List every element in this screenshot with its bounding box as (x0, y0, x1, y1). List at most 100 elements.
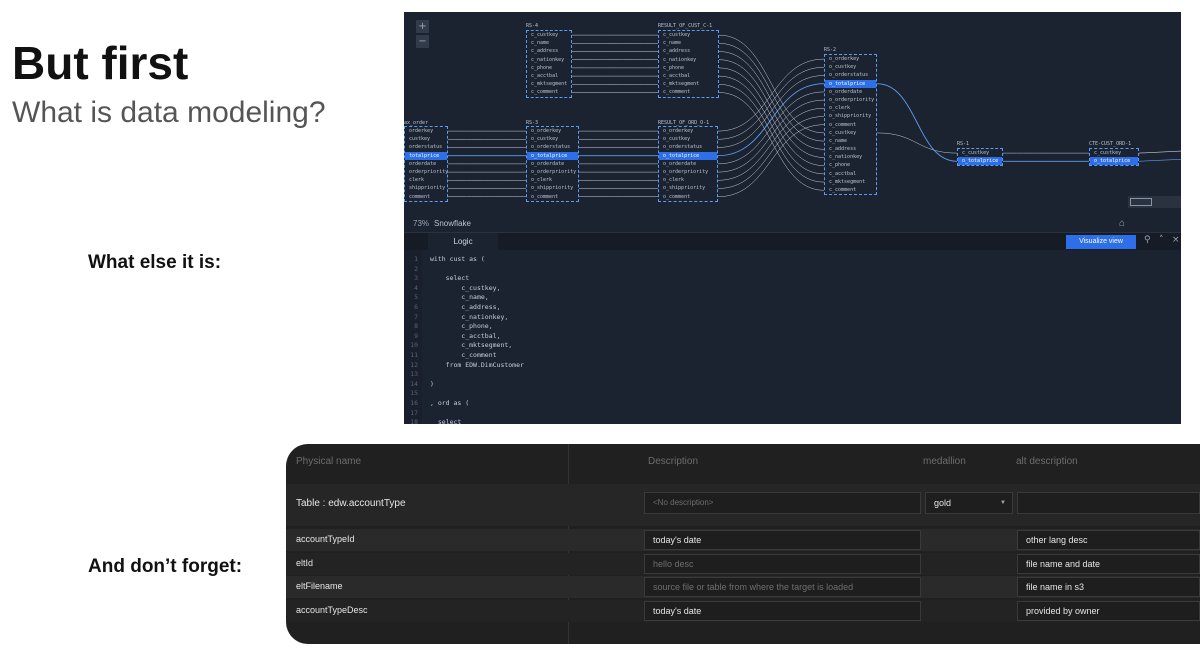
lineage-column[interactable]: o_orderdate (659, 160, 717, 168)
table-alt-input[interactable] (1017, 492, 1200, 514)
tab-logic[interactable]: Logic (428, 233, 498, 251)
lineage-column[interactable]: c_nationkey (825, 153, 876, 161)
line-number: 8 (414, 322, 418, 331)
lineage-column[interactable]: shippriority (405, 184, 447, 192)
lineage-node[interactable]: c_custkey c_name c_address c_nationkey c_pho… (526, 30, 572, 98)
lineage-column[interactable]: orderkey (405, 127, 447, 135)
lineage-column[interactable]: c_nationkey (659, 56, 718, 64)
column-description-input[interactable]: source file or table from where the targ… (644, 577, 921, 597)
lineage-node[interactable]: o_orderkey o_custkey o_orderstatus o_totalp… (658, 126, 718, 202)
lineage-column[interactable]: o_comment (527, 193, 578, 201)
column-description-input[interactable]: today's date (644, 530, 921, 550)
lineage-column[interactable]: comment (405, 193, 447, 201)
pin-icon[interactable]: ⚲ (1144, 235, 1151, 245)
lineage-node[interactable]: o_orderkey o_custkey o_orderstatus o_totalp… (824, 54, 877, 196)
lineage-column[interactable]: c_phone (527, 64, 571, 72)
lineage-column[interactable]: c_phone (825, 161, 876, 169)
lineage-node[interactable]: c_custkey o_totalprice (957, 148, 1003, 167)
lineage-column[interactable]: o_totalprice (659, 151, 717, 160)
lineage-column[interactable]: c_custkey (1090, 149, 1138, 157)
lineage-column[interactable]: c_address (659, 47, 718, 55)
lineage-column[interactable]: o_orderstatus (527, 143, 578, 151)
lineage-column[interactable]: o_totalprice (1090, 157, 1138, 166)
lineage-column[interactable]: c_mktsegment (825, 178, 876, 186)
lineage-column[interactable]: o_shippriority (659, 184, 717, 192)
lineage-column[interactable]: c_phone (659, 64, 718, 72)
table-description-input[interactable]: <No description> (644, 492, 921, 514)
lineage-column[interactable]: clerk (405, 176, 447, 184)
lineage-edge (718, 84, 825, 183)
lineage-column[interactable]: c_address (825, 145, 876, 153)
lineage-column[interactable]: c_custkey (527, 31, 571, 39)
minimap-viewport[interactable] (1130, 198, 1152, 206)
lineage-column[interactable]: c_custkey (825, 129, 876, 137)
lineage-column[interactable]: orderstatus (405, 143, 447, 151)
lineage-column[interactable]: custkey (405, 135, 447, 143)
lineage-column[interactable]: o_custkey (527, 135, 578, 143)
lineage-column[interactable]: o_orderkey (659, 127, 717, 135)
lineage-column[interactable]: c_address (527, 47, 571, 55)
lineage-column[interactable]: o_totalprice (825, 79, 876, 88)
zoom-in-button[interactable]: + (416, 20, 429, 33)
lineage-column[interactable]: o_totalprice (958, 157, 1002, 166)
line-number: 7 (414, 312, 418, 321)
lineage-column[interactable]: o_totalprice (527, 151, 578, 160)
lineage-column[interactable]: o_orderpriority (825, 96, 876, 104)
zoom-out-button[interactable]: − (416, 35, 429, 48)
lineage-column[interactable]: c_mktsegment (659, 80, 718, 88)
lineage-column[interactable]: o_orderstatus (825, 71, 876, 79)
lineage-column[interactable]: c_comment (825, 186, 876, 194)
lineage-column[interactable]: o_orderdate (825, 88, 876, 96)
lineage-column[interactable]: o_custkey (825, 63, 876, 71)
lineage-node[interactable]: c_custkey c_name c_address c_nationkey c_pho… (658, 30, 719, 98)
lineage-column[interactable]: o_orderpriority (527, 168, 578, 176)
lineage-column[interactable]: c_name (527, 39, 571, 47)
lineage-column[interactable]: o_orderpriority (659, 168, 717, 176)
snowflake-icon[interactable]: ⌂ (1119, 218, 1125, 229)
lineage-column[interactable]: orderpriority (405, 168, 447, 176)
column-alt-description-input[interactable]: provided by owner (1017, 601, 1200, 621)
lineage-node[interactable]: orderkey custkey orderstatus totalprice orde… (404, 126, 448, 202)
lineage-node[interactable]: o_orderkey o_custkey o_orderstatus o_totalp… (526, 126, 579, 202)
lineage-column[interactable]: o_orderkey (825, 55, 876, 63)
lineage-column[interactable]: c_acctbal (825, 170, 876, 178)
close-icon[interactable]: × (1172, 235, 1180, 245)
lineage-node[interactable]: c_custkey o_totalprice (1089, 148, 1139, 167)
column-alt-description-input[interactable]: file name and date (1017, 554, 1200, 574)
lineage-column[interactable]: c_acctbal (659, 72, 718, 80)
lineage-column[interactable]: c_comment (659, 88, 718, 96)
column-alt-description-input[interactable]: other lang desc (1017, 530, 1200, 550)
lineage-column[interactable]: o_shippriority (527, 184, 578, 192)
lineage-column[interactable]: o_custkey (659, 135, 717, 143)
lineage-column[interactable]: c_acctbal (527, 72, 571, 80)
column-description-input[interactable]: today's date (644, 601, 921, 621)
lineage-column[interactable]: o_orderkey (527, 127, 578, 135)
lineage-column[interactable]: c_comment (527, 88, 571, 96)
column-alt-description-input[interactable]: file name in s3 (1017, 577, 1200, 597)
lineage-column[interactable]: c_name (825, 137, 876, 145)
lineage-column[interactable]: c_mktsegment (527, 80, 571, 88)
visualize-view-button[interactable]: Visualize view (1066, 235, 1136, 249)
lineage-column[interactable]: c_custkey (958, 149, 1002, 157)
lineage-column[interactable]: o_clerk (825, 104, 876, 112)
lineage-column[interactable]: c_nationkey (527, 56, 571, 64)
lineage-column[interactable]: c_name (659, 39, 718, 47)
chevron-up-icon[interactable]: ˄ (1159, 235, 1164, 245)
minimap[interactable] (1128, 196, 1181, 208)
lineage-column[interactable]: o_comment (825, 121, 876, 129)
code-line: 8 c_phone, (404, 322, 1181, 332)
lineage-edge (718, 92, 825, 191)
lineage-column[interactable]: o_orderstatus (659, 143, 717, 151)
lineage-column[interactable]: o_clerk (659, 176, 717, 184)
lineage-column[interactable]: o_clerk (527, 176, 578, 184)
sql-editor[interactable]: 1 with cust as (2 3 select 4 c_custkey, 5 c_… (404, 250, 1181, 424)
lineage-column[interactable]: o_orderdate (527, 160, 578, 168)
lineage-column[interactable]: c_custkey (659, 31, 718, 39)
column-description-input[interactable]: hello desc (644, 554, 921, 574)
medallion-select[interactable]: gold ▼ (925, 492, 1013, 514)
lineage-column[interactable]: o_comment (659, 193, 717, 201)
slide-title: But first (12, 37, 189, 89)
lineage-column[interactable]: totalprice (405, 151, 447, 160)
lineage-column[interactable]: orderdate (405, 160, 447, 168)
lineage-column[interactable]: o_shippriority (825, 112, 876, 120)
